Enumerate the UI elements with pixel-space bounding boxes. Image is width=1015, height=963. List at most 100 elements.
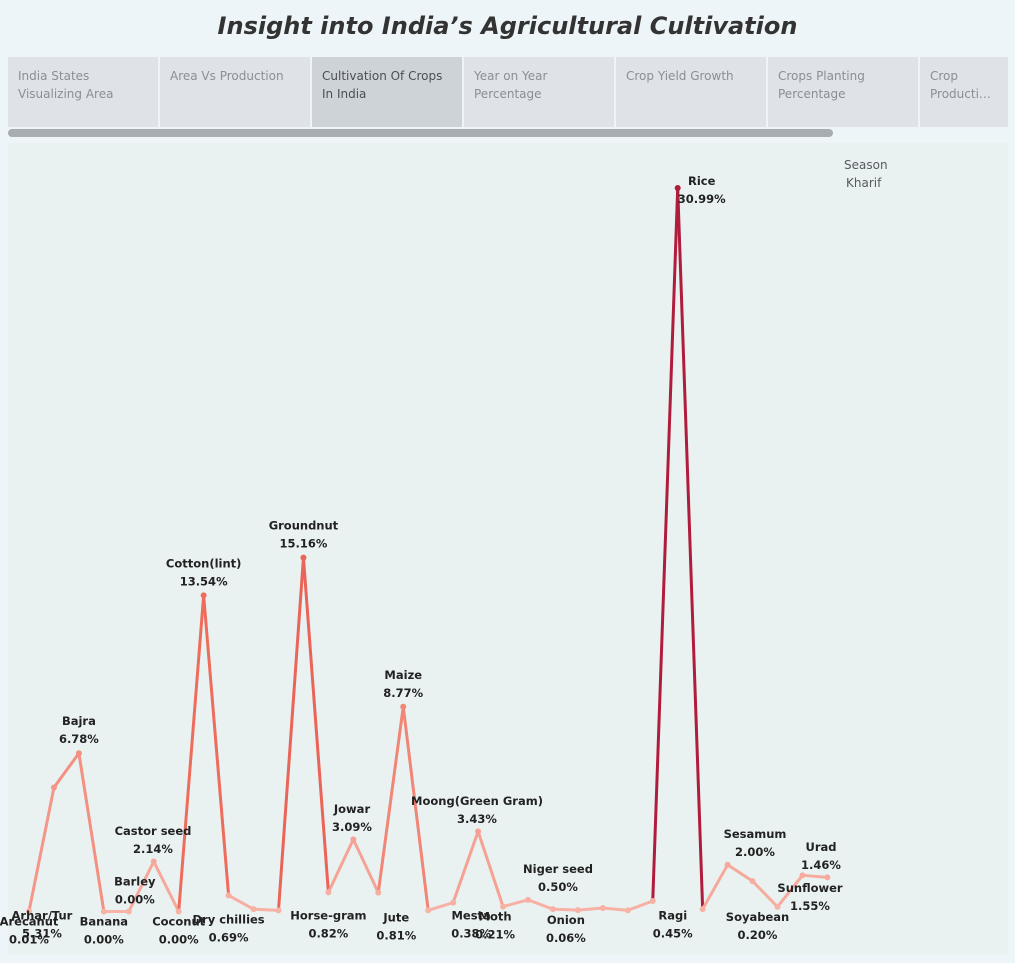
data-point[interactable]: [275, 907, 282, 914]
data-label-crop: Jute: [382, 911, 409, 925]
data-point[interactable]: [549, 906, 556, 913]
series-segment: [501, 898, 530, 909]
data-label-value: 0.00%: [115, 893, 155, 907]
data-label-crop: Groundnut: [269, 519, 339, 533]
series-segment: [751, 879, 779, 909]
series-segment: [27, 786, 56, 913]
data-label-crop: Banana: [80, 915, 128, 929]
data-label-crop: Bajra: [62, 714, 96, 728]
data-point[interactable]: [475, 828, 482, 835]
series-segment: [326, 837, 355, 894]
data-point[interactable]: [375, 889, 382, 896]
data-label-value: 0.00%: [159, 933, 199, 947]
data-point[interactable]: [325, 889, 332, 896]
data-point[interactable]: [75, 750, 82, 757]
data-point[interactable]: [350, 836, 357, 843]
data-label-crop: Dry chillies: [193, 913, 265, 927]
cultivation-line-chart: Arecanut0.01%Arhar/Tur5.31%Bajra6.78%Ban…: [0, 174, 843, 947]
data-point[interactable]: [225, 892, 232, 899]
series-segment: [277, 556, 305, 912]
data-point[interactable]: [724, 861, 731, 868]
series-segment: [800, 873, 829, 879]
data-label-value: 0.82%: [308, 927, 348, 941]
data-label-value: 0.45%: [653, 927, 693, 941]
series-segment: [526, 898, 555, 911]
series-segment: [401, 705, 430, 912]
data-point[interactable]: [425, 907, 432, 914]
series-segment: [651, 186, 680, 903]
data-point[interactable]: [749, 878, 756, 885]
data-label-value: 0.00%: [84, 933, 124, 947]
series-segment: [202, 593, 231, 897]
series-segment: [301, 556, 330, 894]
data-label-crop: Arhar/Tur: [12, 909, 73, 923]
data-label-value: 1.46%: [801, 858, 841, 872]
data-point[interactable]: [50, 784, 57, 791]
data-label-crop: Horse-gram: [290, 909, 366, 923]
data-label-crop: Rice: [688, 174, 716, 188]
data-label-value: 5.31%: [22, 927, 62, 941]
data-point[interactable]: [150, 858, 157, 865]
data-point[interactable]: [400, 703, 407, 710]
data-label-value: 2.00%: [735, 845, 775, 859]
series-segment: [376, 705, 405, 895]
data-point[interactable]: [599, 904, 606, 911]
series-segment: [626, 899, 655, 912]
data-label-crop: Jowar: [333, 802, 371, 816]
data-label-value: 0.81%: [376, 929, 416, 943]
data-label-value: 3.09%: [332, 820, 372, 834]
data-point[interactable]: [674, 185, 681, 191]
data-label-crop: Moong(Green Gram): [411, 794, 543, 808]
data-point[interactable]: [200, 592, 207, 599]
data-label-value: 3.43%: [457, 812, 497, 826]
data-label-crop: Cotton(lint): [166, 556, 242, 570]
series-segment: [451, 829, 480, 905]
series-segment: [726, 863, 755, 883]
series-segment: [52, 751, 81, 790]
data-label-value: 0.50%: [538, 880, 578, 894]
data-label-value: 0.21%: [475, 928, 515, 942]
data-label-value: 8.77%: [383, 686, 423, 700]
series-segment: [601, 906, 630, 912]
series-segment: [252, 907, 280, 912]
data-point[interactable]: [824, 874, 831, 881]
data-label-value: 13.54%: [180, 574, 228, 588]
data-label-value: 6.78%: [59, 732, 99, 746]
data-point[interactable]: [649, 897, 656, 904]
data-label-crop: Sunflower: [777, 881, 843, 895]
data-label-value: 0.20%: [738, 928, 778, 942]
data-label-crop: Maize: [384, 668, 422, 682]
series-segment: [476, 829, 505, 909]
data-label-value: 30.99%: [678, 192, 726, 206]
data-point[interactable]: [699, 906, 706, 913]
data-point[interactable]: [300, 554, 307, 561]
data-label-crop: Ragi: [658, 909, 687, 923]
data-label-crop: Urad: [805, 840, 836, 854]
data-point[interactable]: [250, 906, 257, 913]
data-label-value: 1.55%: [790, 899, 830, 913]
data-point[interactable]: [799, 872, 806, 879]
data-point[interactable]: [525, 896, 531, 903]
data-label-crop: Barley: [114, 875, 156, 889]
series-segment: [177, 593, 206, 913]
data-label-crop: Sesamum: [724, 827, 787, 841]
data-label-crop: Niger seed: [523, 862, 593, 876]
data-label-value: 0.06%: [546, 931, 586, 945]
series-segment: [152, 860, 181, 913]
series-segment: [227, 893, 256, 911]
data-label-value: 0.69%: [209, 931, 249, 945]
data-label-crop: Moth: [479, 910, 512, 924]
data-label-crop: Castor seed: [115, 824, 192, 838]
series-segment: [351, 837, 380, 895]
data-label-value: 15.16%: [279, 537, 327, 551]
data-label-value: 2.14%: [133, 842, 173, 856]
series-segment: [676, 186, 705, 911]
series-segment: [576, 906, 605, 912]
data-label-crop: Soyabean: [726, 910, 789, 924]
data-point[interactable]: [624, 907, 631, 914]
data-point[interactable]: [450, 899, 457, 906]
series-segment: [551, 907, 580, 912]
series-segment: [701, 863, 730, 911]
series-segment: [426, 901, 455, 912]
data-label-crop: Onion: [547, 913, 585, 927]
